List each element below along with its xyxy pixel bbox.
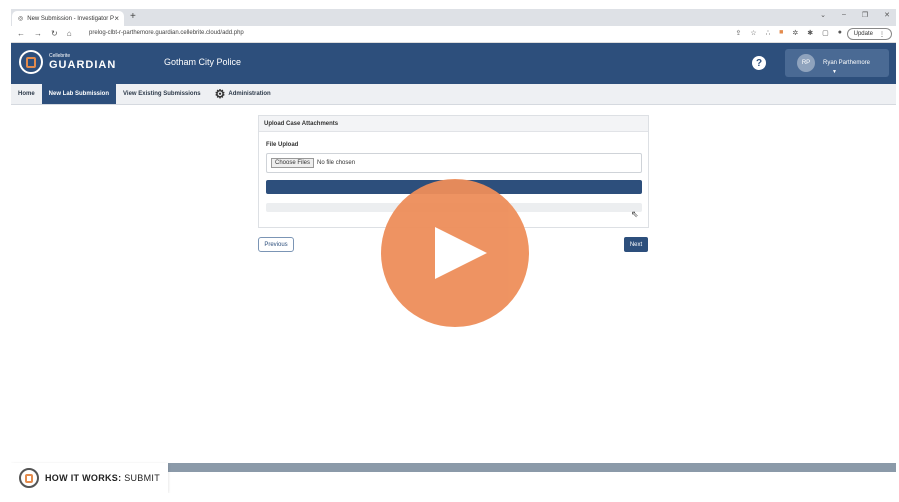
caret-down-icon: ▼: [832, 69, 837, 75]
file-upload-input[interactable]: Choose Files No file chosen: [266, 153, 642, 173]
profile-icon[interactable]: ●: [838, 29, 842, 37]
browser-tab[interactable]: ◎ New Submission - Investigator P ×: [12, 11, 124, 26]
badge-text: SUBMIT: [121, 473, 160, 483]
nav-administration[interactable]: ⚙ Administration: [208, 84, 278, 104]
sidebar-icon[interactable]: ▢: [822, 29, 829, 37]
close-window-icon[interactable]: ✕: [884, 11, 890, 19]
url-field[interactable]: prelog-clbt-r-parthemore.guardian.celleb…: [89, 30, 244, 36]
file-upload-label: File Upload: [266, 142, 299, 148]
nav-administration-label: Administration: [228, 91, 271, 97]
panel-title: Upload Case Attachments: [259, 116, 648, 132]
globe-icon: ◎: [18, 16, 24, 22]
chevron-down-icon[interactable]: ⌄: [820, 11, 826, 19]
org-name: Gotham City Police: [164, 57, 242, 67]
home-icon[interactable]: ⌂: [67, 29, 72, 38]
nav-new-lab-submission[interactable]: New Lab Submission: [41, 84, 117, 104]
guardian-logo-icon: [19, 468, 39, 488]
nav-view-existing-submissions[interactable]: View Existing Submissions: [116, 84, 208, 104]
avatar: RP: [797, 54, 815, 72]
choose-files-button[interactable]: Choose Files: [271, 158, 315, 168]
browser-nav: ← → ↻ ⌂: [17, 29, 72, 38]
close-tab-icon[interactable]: ×: [114, 14, 119, 23]
browser-tabbar: ◎ New Submission - Investigator P × + ⌄ …: [11, 9, 896, 26]
gear-icon: ⚙: [214, 87, 226, 101]
extension-icons: ⇪ ☆ ∴ ■ ✲ ✱ ▢ ●: [736, 29, 842, 37]
forward-icon[interactable]: →: [34, 29, 42, 38]
logo-icon: [19, 50, 43, 74]
screen: ◎ New Submission - Investigator P × + ⌄ …: [11, 9, 896, 493]
extension-icon[interactable]: ■: [779, 29, 783, 37]
badge-bold-text: HOW IT WORKS:: [45, 473, 122, 483]
update-label: Update: [853, 31, 873, 37]
window-controls: ⌄ – ❐ ✕: [820, 11, 890, 19]
star-icon[interactable]: ☆: [750, 29, 756, 37]
help-icon[interactable]: ?: [752, 56, 766, 70]
nav-view-existing-label: View Existing Submissions: [123, 91, 201, 97]
guardian-logo[interactable]: Cellebrite GUARDIAN: [19, 50, 116, 74]
play-button[interactable]: [381, 179, 529, 327]
settings-icon[interactable]: ✲: [792, 29, 798, 37]
share-icon[interactable]: ⇪: [736, 29, 742, 37]
user-name: Ryan Parthemore: [823, 60, 871, 66]
reload-icon[interactable]: ↻: [51, 29, 58, 38]
app-header: Cellebrite GUARDIAN Gotham City Police ?…: [11, 43, 896, 84]
back-icon[interactable]: ←: [17, 29, 25, 38]
next-button[interactable]: Next: [624, 237, 648, 252]
address-bar: ← → ↻ ⌂ prelog-clbt-r-parthemore.guardia…: [11, 26, 896, 43]
play-icon: [435, 227, 487, 279]
user-menu[interactable]: RP Ryan Parthemore ▼: [785, 49, 889, 77]
mouse-cursor-icon: ⇖: [631, 209, 639, 219]
no-file-text: No file chosen: [317, 160, 356, 166]
nav-home-label: Home: [18, 91, 35, 97]
nav-home[interactable]: Home: [11, 84, 42, 104]
how-it-works-badge: HOW IT WORKS: SUBMIT: [11, 463, 168, 493]
update-button[interactable]: Update ⋮: [846, 28, 892, 40]
previous-button[interactable]: Previous: [258, 237, 294, 252]
main-nav: Home New Lab Submission View Existing Su…: [11, 84, 896, 105]
minimize-icon[interactable]: –: [842, 11, 846, 19]
new-tab-button[interactable]: +: [130, 11, 136, 22]
puzzle-icon[interactable]: ✱: [807, 29, 813, 37]
extension-icon[interactable]: ∴: [766, 29, 770, 37]
nav-new-lab-submission-label: New Lab Submission: [48, 91, 110, 97]
restore-icon[interactable]: ❐: [862, 11, 868, 19]
tab-title: New Submission - Investigator P: [27, 15, 114, 22]
kebab-icon: ⋮: [879, 31, 885, 38]
brand-name: GUARDIAN: [49, 59, 117, 71]
